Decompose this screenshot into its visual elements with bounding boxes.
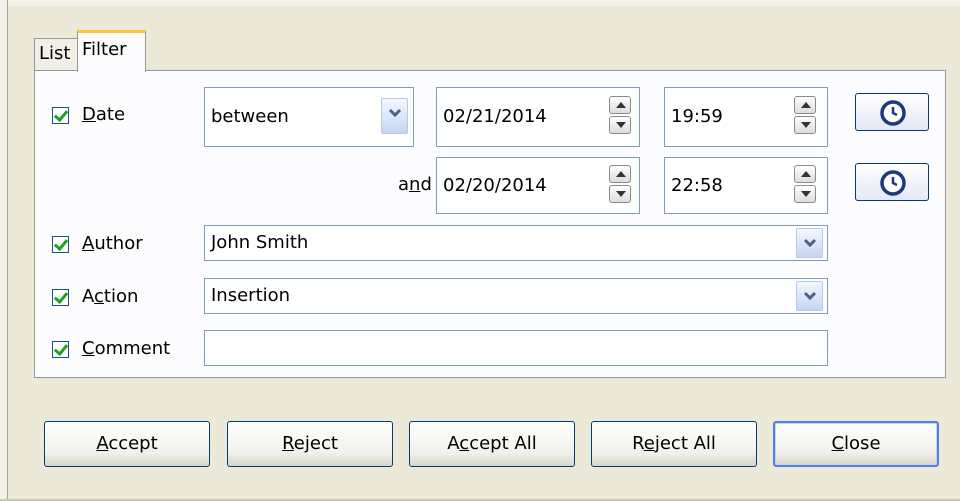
tab-list-label: List	[39, 43, 71, 64]
chevron-down-icon	[803, 291, 817, 301]
from-time-now-button[interactable]	[855, 93, 929, 131]
accept-all-button[interactable]: Accept All	[409, 421, 575, 467]
tab-filter[interactable]: Filter	[77, 30, 146, 72]
to-time-spinner[interactable]	[794, 165, 818, 203]
chevron-down-icon	[803, 238, 817, 248]
window-left-edge	[0, 0, 8, 501]
author-value: John Smith	[211, 232, 309, 253]
to-time-spin-up[interactable]	[794, 165, 816, 183]
chevron-down-icon	[388, 108, 402, 118]
from-date-value: 02/21/2014	[443, 106, 547, 127]
clock-icon	[880, 170, 906, 196]
comment-label: Comment	[82, 338, 171, 359]
from-time-spin-down[interactable]	[794, 116, 816, 134]
action-value: Insertion	[211, 285, 291, 306]
action-select[interactable]: Insertion	[204, 278, 828, 314]
tab-filter-label: Filter	[82, 39, 127, 60]
to-time-value: 22:58	[671, 175, 723, 196]
arrow-up-icon	[616, 102, 626, 108]
from-date-spin-down[interactable]	[609, 116, 631, 134]
close-button[interactable]: Close	[773, 421, 939, 467]
date-label: Date	[82, 104, 126, 125]
arrow-down-icon	[616, 191, 626, 197]
from-time-spin-up[interactable]	[794, 96, 816, 114]
to-date-spinner[interactable]	[609, 165, 633, 203]
arrow-down-icon	[616, 122, 626, 128]
author-checkbox[interactable]	[52, 236, 69, 253]
from-date-spinner[interactable]	[609, 96, 633, 134]
from-time-value: 19:59	[671, 106, 723, 127]
date-condition-dropdown-button[interactable]	[381, 98, 408, 134]
date-checkbox[interactable]	[52, 107, 69, 124]
reject-all-button[interactable]: Reject All	[591, 421, 757, 467]
clock-icon	[880, 100, 906, 126]
date-condition-value: between	[211, 106, 289, 127]
action-dropdown-button[interactable]	[796, 281, 823, 311]
comment-input[interactable]	[204, 330, 828, 366]
arrow-up-icon	[616, 171, 626, 177]
arrow-up-icon	[801, 171, 811, 177]
window-top-edge	[0, 0, 960, 6]
accept-button[interactable]: Accept	[44, 421, 210, 467]
action-label: Action	[82, 286, 139, 307]
reject-button[interactable]: Reject	[227, 421, 393, 467]
from-time-spinner[interactable]	[794, 96, 818, 134]
to-date-spin-up[interactable]	[609, 165, 631, 183]
arrow-down-icon	[801, 122, 811, 128]
arrow-down-icon	[801, 191, 811, 197]
and-label: and	[398, 174, 432, 195]
to-time-now-button[interactable]	[855, 163, 929, 201]
to-date-value: 02/20/2014	[443, 175, 547, 196]
tab-list[interactable]: List	[34, 38, 78, 70]
author-dropdown-button[interactable]	[796, 228, 823, 258]
action-checkbox[interactable]	[52, 289, 69, 306]
arrow-up-icon	[801, 102, 811, 108]
author-label: Author	[82, 233, 143, 254]
author-select[interactable]: John Smith	[204, 225, 828, 261]
to-time-spin-down[interactable]	[794, 185, 816, 203]
comment-checkbox[interactable]	[52, 341, 69, 358]
from-date-spin-up[interactable]	[609, 96, 631, 114]
to-date-spin-down[interactable]	[609, 185, 631, 203]
